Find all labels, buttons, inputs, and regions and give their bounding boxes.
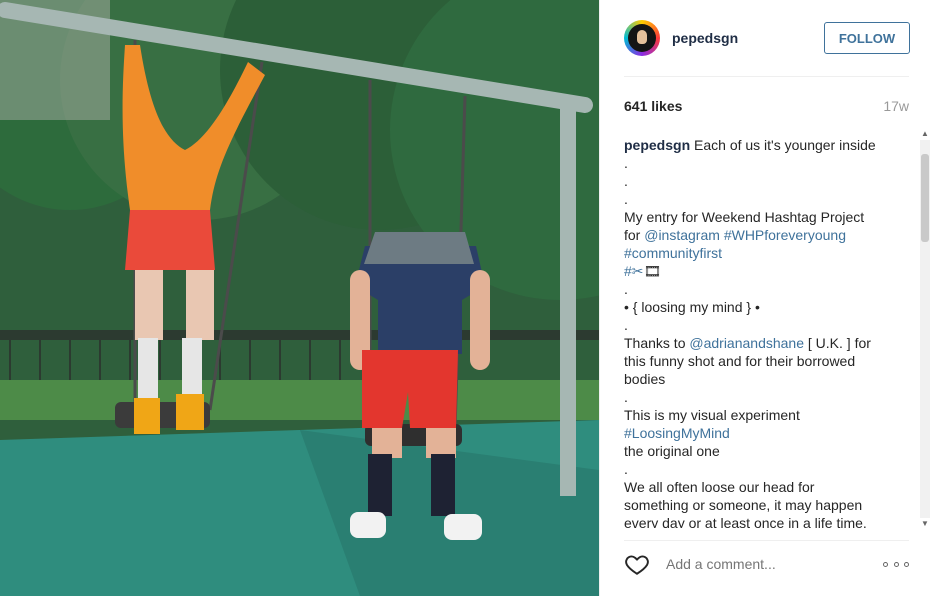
caption-line: This is my visual experiment bbox=[624, 407, 800, 423]
post-details-panel: pepedsgn FOLLOW 641 likes 17w pepedsgn E… bbox=[599, 0, 933, 596]
caption-line: #communityfirst bbox=[624, 244, 914, 262]
post-age[interactable]: 17w bbox=[883, 98, 909, 114]
post-photo[interactable] bbox=[0, 0, 599, 596]
caption-text: Each of us it's younger inside bbox=[690, 137, 876, 153]
header-divider bbox=[624, 76, 909, 77]
caption-line: something or someone, it may happen bbox=[624, 497, 863, 513]
caption-line: . bbox=[624, 389, 628, 405]
caption-line: pepedsgn Each of us it's younger inside bbox=[624, 136, 914, 154]
caption-line: Thanks to @adrianandshane [ U.K. ] for bbox=[624, 334, 914, 352]
avatar-image bbox=[628, 24, 656, 52]
post-viewer: pepedsgn FOLLOW 641 likes 17w pepedsgn E… bbox=[0, 0, 933, 596]
caption-line: . bbox=[624, 281, 628, 297]
heart-icon[interactable] bbox=[624, 551, 650, 577]
caption-text: 🎞 bbox=[643, 263, 662, 279]
caption-line: this funny shot and for their borrowed bbox=[624, 353, 856, 369]
caption-line: • { loosing my mind } • bbox=[624, 299, 760, 315]
caption-text: Thanks to bbox=[624, 335, 690, 351]
caption-line: the original one bbox=[624, 443, 720, 459]
caption-link[interactable]: #LoosingMyMind bbox=[624, 425, 730, 441]
more-options-icon[interactable] bbox=[883, 559, 909, 569]
more-dot bbox=[904, 561, 909, 567]
scroll-up-icon[interactable]: ▲ bbox=[921, 130, 929, 138]
caption-line: My entry for Weekend Hashtag Project bbox=[624, 209, 865, 225]
caption-line: bodies bbox=[624, 371, 666, 387]
caption-username[interactable]: pepedsgn bbox=[624, 137, 690, 153]
caption-box: pepedsgn Each of us it's younger inside.… bbox=[624, 136, 914, 528]
caption-line: . bbox=[624, 191, 628, 207]
caption-text: for bbox=[624, 227, 645, 243]
follow-button[interactable]: FOLLOW bbox=[824, 22, 910, 54]
caption-line: #LoosingMyMind bbox=[624, 424, 914, 442]
caption-line: . bbox=[624, 173, 628, 189]
likes-count[interactable]: 641 likes bbox=[624, 98, 682, 114]
caption-link[interactable]: @adrianandshane bbox=[689, 335, 804, 351]
scroll-thumb[interactable] bbox=[921, 154, 929, 242]
caption-line: . bbox=[624, 317, 628, 333]
post-header: pepedsgn FOLLOW bbox=[624, 18, 910, 58]
caption-line: every day or at least once in a life tim… bbox=[624, 515, 867, 528]
caption-line: We all often loose our head for bbox=[624, 479, 815, 495]
caption-text: [ U.K. ] for bbox=[804, 335, 871, 351]
scroll-down-icon[interactable]: ▼ bbox=[921, 520, 929, 528]
caption-scrollbar[interactable]: ▲ ▼ bbox=[918, 130, 932, 528]
caption-link[interactable]: #communityfirst bbox=[624, 245, 722, 261]
caption-line: . bbox=[624, 155, 628, 171]
caption-link[interactable]: @instagram bbox=[644, 227, 720, 243]
caption-line: . bbox=[624, 461, 628, 477]
profile-avatar[interactable] bbox=[624, 20, 660, 56]
caption-line: #✂︎🎞 bbox=[624, 262, 914, 280]
more-dot bbox=[883, 561, 888, 567]
caption-line: for @instagram #WHPforeveryoung bbox=[624, 226, 914, 244]
caption-link[interactable]: #WHPforeveryoung bbox=[724, 227, 846, 243]
caption-link[interactable]: #✂︎ bbox=[624, 263, 644, 279]
post-footer bbox=[624, 540, 909, 588]
swing-photo-illustration bbox=[0, 0, 599, 596]
more-dot bbox=[893, 561, 899, 567]
post-username[interactable]: pepedsgn bbox=[672, 30, 738, 46]
comment-input[interactable] bbox=[664, 551, 883, 577]
